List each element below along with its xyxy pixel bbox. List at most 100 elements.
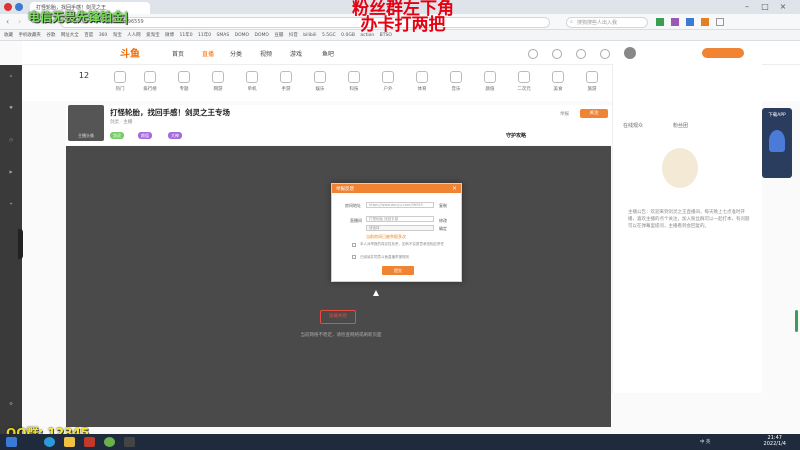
- tray-text[interactable]: 中 英: [700, 439, 710, 445]
- category-item[interactable]: 户外: [374, 71, 402, 92]
- maximize-icon[interactable]: □: [758, 2, 772, 12]
- tag-badge[interactable]: 颜值: [138, 132, 152, 139]
- category-item[interactable]: 专题: [170, 71, 198, 92]
- clock[interactable]: 21:47 2022/1/4: [764, 435, 786, 447]
- bookmark-item[interactable]: 抖音: [289, 32, 298, 38]
- bookmark-item[interactable]: 11年0: [198, 32, 211, 38]
- category-item[interactable]: 音乐: [442, 71, 470, 92]
- category-item[interactable]: 手游: [272, 71, 300, 92]
- bookmark-item[interactable]: 淘宝: [113, 32, 122, 38]
- bookmark-item[interactable]: 网址大全: [61, 32, 79, 38]
- sidebar-item-settings[interactable]: ⚙: [2, 401, 20, 419]
- edit-button[interactable]: 修改: [439, 218, 447, 224]
- minimize-icon[interactable]: –: [740, 2, 754, 12]
- bookmark-item[interactable]: 11年0: [179, 32, 192, 38]
- extension-icon[interactable]: [670, 18, 679, 26]
- gift-hint[interactable]: 守护攻略: [506, 132, 526, 139]
- bookmark-item[interactable]: 豆瓣: [274, 32, 283, 38]
- nav-link[interactable]: 视频: [260, 49, 272, 58]
- bookmark-item[interactable]: 手机收藏夹: [18, 32, 41, 38]
- app-icon[interactable]: [124, 437, 135, 447]
- tab-audience[interactable]: 在线观众: [623, 122, 643, 129]
- confirm-button[interactable]: 确定: [439, 226, 447, 232]
- scrollbar[interactable]: [795, 310, 798, 332]
- nav-link[interactable]: 直播: [202, 49, 214, 58]
- category-item[interactable]: 颜值: [476, 71, 504, 92]
- submit-button[interactable]: 提交: [382, 266, 414, 275]
- tab-fanclub[interactable]: 粉丝团: [673, 122, 688, 129]
- close-icon[interactable]: ×: [452, 185, 457, 192]
- reason-select[interactable]: 请选择: [366, 225, 434, 231]
- category-item[interactable]: 单机: [238, 71, 266, 92]
- follow-icon[interactable]: [551, 49, 562, 59]
- anchor-avatar[interactable]: 主播头像: [68, 105, 104, 141]
- bookmark-item[interactable]: bilibili: [303, 33, 316, 38]
- open-live-button[interactable]: [702, 48, 744, 58]
- extension-icon[interactable]: [656, 18, 664, 26]
- category-item[interactable]: 二次元: [510, 71, 538, 92]
- bookmark-item[interactable]: 爱淘宝: [146, 32, 160, 38]
- follow-button[interactable]: 关注: [580, 109, 608, 118]
- download-app-widget[interactable]: 下载APP: [762, 108, 792, 178]
- sidebar-item-games[interactable]: ✦: [2, 201, 20, 219]
- category-item[interactable]: 美食: [544, 71, 572, 92]
- avatar[interactable]: [623, 47, 636, 59]
- message-icon[interactable]: [599, 49, 610, 59]
- edge-icon[interactable]: [44, 437, 55, 447]
- site-logo[interactable]: 斗鱼: [120, 45, 170, 61]
- category-label: 音乐: [451, 87, 461, 92]
- category-item[interactable]: 网游: [204, 71, 232, 92]
- app-icon[interactable]: [84, 437, 95, 447]
- bookmark-item[interactable]: 百度: [84, 32, 93, 38]
- tag-badge[interactable]: 剑灵: [110, 132, 124, 139]
- search-input[interactable]: ⌕ 搜狗搜些人出入我: [566, 17, 648, 28]
- category-item[interactable]: 科技: [340, 71, 368, 92]
- bookmark-item[interactable]: 360: [99, 33, 108, 38]
- category-item[interactable]: 体育: [408, 71, 436, 92]
- sidebar-item-video[interactable]: ▶: [2, 169, 20, 187]
- nav-link[interactable]: 游戏: [290, 49, 302, 58]
- copy-button[interactable]: 复制: [439, 203, 447, 209]
- nav-link[interactable]: 首页: [172, 49, 184, 58]
- bookmark-item[interactable]: 微博: [165, 32, 174, 38]
- extension-icon[interactable]: [685, 18, 694, 26]
- bookmark-item[interactable]: 5.5GC: [322, 33, 336, 38]
- category-item[interactable]: 娱乐: [306, 71, 334, 92]
- sidebar-collapse-handle[interactable]: [18, 229, 23, 259]
- menu-icon[interactable]: [715, 18, 724, 26]
- category-item[interactable]: 排行榜: [136, 71, 164, 92]
- start-icon[interactable]: [6, 437, 17, 447]
- sidebar-item-history[interactable]: ◷: [2, 137, 20, 155]
- browser-icon[interactable]: [104, 437, 115, 447]
- sidebar-item-follow[interactable]: ♥: [2, 105, 20, 123]
- nav-link[interactable]: 鱼吧: [322, 49, 334, 58]
- category-label: 旅游: [587, 87, 597, 92]
- close-icon[interactable]: ×: [776, 2, 790, 12]
- room-url-field[interactable]: https://www.douyu.com/96559: [366, 202, 434, 208]
- sidebar-item-home[interactable]: ⌂: [2, 73, 20, 91]
- bookmark-item[interactable]: DOMO: [255, 33, 269, 38]
- history-icon[interactable]: [528, 49, 538, 59]
- bookmark-item[interactable]: 人人网: [127, 32, 141, 38]
- bookmark-item[interactable]: 谷歌: [46, 32, 55, 38]
- video-icon[interactable]: [575, 49, 586, 59]
- category-item[interactable]: 12: [70, 71, 98, 86]
- url-input[interactable]: https://www.douyu.com/96559: [60, 17, 550, 28]
- category-label: 手游: [281, 87, 291, 92]
- report-link[interactable]: 举报: [560, 111, 569, 117]
- bookmark-item[interactable]: SMAS: [217, 33, 230, 38]
- extension-icon[interactable]: [700, 18, 709, 26]
- nav-link[interactable]: 分类: [230, 49, 242, 58]
- bookmark-item[interactable]: 收藏: [4, 32, 13, 38]
- room-name-field[interactable]: 打怪轮胎 找回手感: [366, 216, 434, 222]
- back-icon[interactable]: ‹: [6, 17, 9, 26]
- category-item[interactable]: 热门: [106, 71, 134, 92]
- rules-checkbox[interactable]: [352, 255, 356, 259]
- bookmark-item[interactable]: DOMO: [235, 33, 249, 38]
- forward-icon[interactable]: ›: [18, 17, 21, 26]
- agree-checkbox[interactable]: [352, 243, 356, 247]
- tag-badge[interactable]: 大神: [168, 132, 182, 139]
- explorer-icon[interactable]: [64, 437, 75, 447]
- category-item[interactable]: 旅游: [578, 71, 606, 92]
- player-error-button[interactable]: 加载失败: [320, 310, 356, 324]
